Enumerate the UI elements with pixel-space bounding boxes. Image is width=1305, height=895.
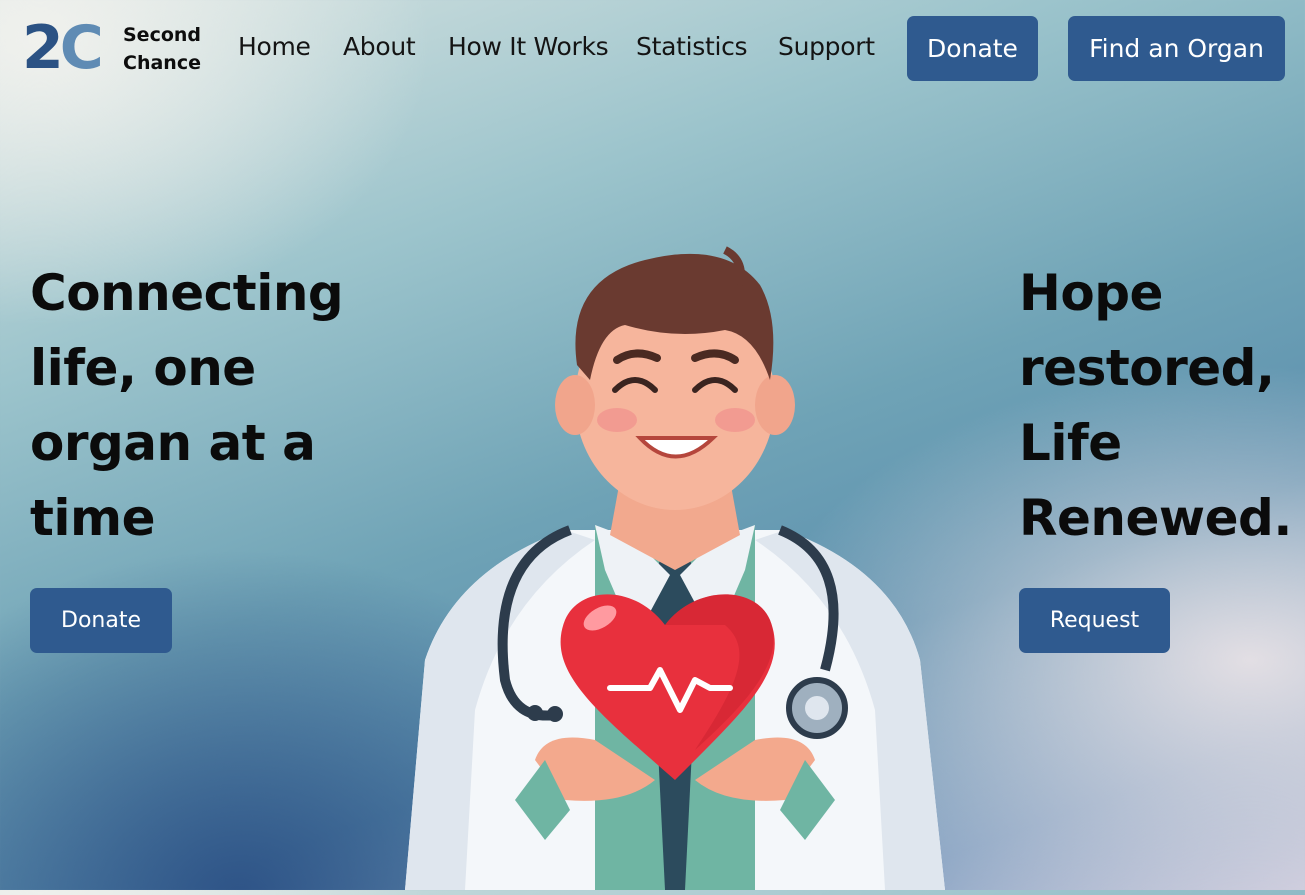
hero-right: Hope restored, Life Renewed. (1019, 256, 1299, 556)
hero-left-title-line: life, one (30, 339, 256, 397)
logo-wordmark: Second Chance (123, 21, 201, 77)
site-logo[interactable]: 2C Second Chance (22, 18, 212, 80)
nav-link-support[interactable]: Support (778, 32, 875, 61)
logo-wordmark-line2: Chance (123, 52, 201, 74)
hero-right-title-line: restored, (1019, 339, 1275, 397)
doctor-holding-heart-illustration (395, 240, 955, 890)
hero-left-title-line: organ at a (30, 414, 316, 472)
hero-right-title-line: Renewed. (1019, 489, 1292, 547)
hero-right-title: Hope restored, Life Renewed. (1019, 256, 1299, 556)
hero-left-title-line: Connecting (30, 264, 344, 322)
nav-link-how-it-works[interactable]: How It Works (448, 32, 609, 61)
logo-mark: 2C (22, 18, 104, 78)
find-organ-button[interactable]: Find an Organ (1068, 16, 1285, 81)
nav-link-about[interactable]: About (343, 32, 416, 61)
nav-link-home[interactable]: Home (238, 32, 311, 61)
hero-right-title-line: Life (1019, 414, 1122, 472)
hero-left-title: Connecting life, one organ at a time (30, 256, 360, 556)
doctor-illustration-svg (405, 246, 945, 890)
hero-request-button[interactable]: Request (1019, 588, 1170, 653)
logo-mark-number: 2 (22, 13, 64, 83)
site-header: 2C Second Chance Home About How It Works… (0, 0, 1305, 100)
logo-mark-letter: C (59, 13, 104, 83)
hero-donate-button[interactable]: Donate (30, 588, 172, 653)
hero-left-title-line: time (30, 489, 156, 547)
nav-link-statistics[interactable]: Statistics (636, 32, 748, 61)
hero-left: Connecting life, one organ at a time (30, 256, 360, 556)
hero-right-title-line: Hope (1019, 264, 1163, 322)
header-donate-button[interactable]: Donate (907, 16, 1038, 81)
logo-wordmark-line1: Second (123, 24, 202, 46)
